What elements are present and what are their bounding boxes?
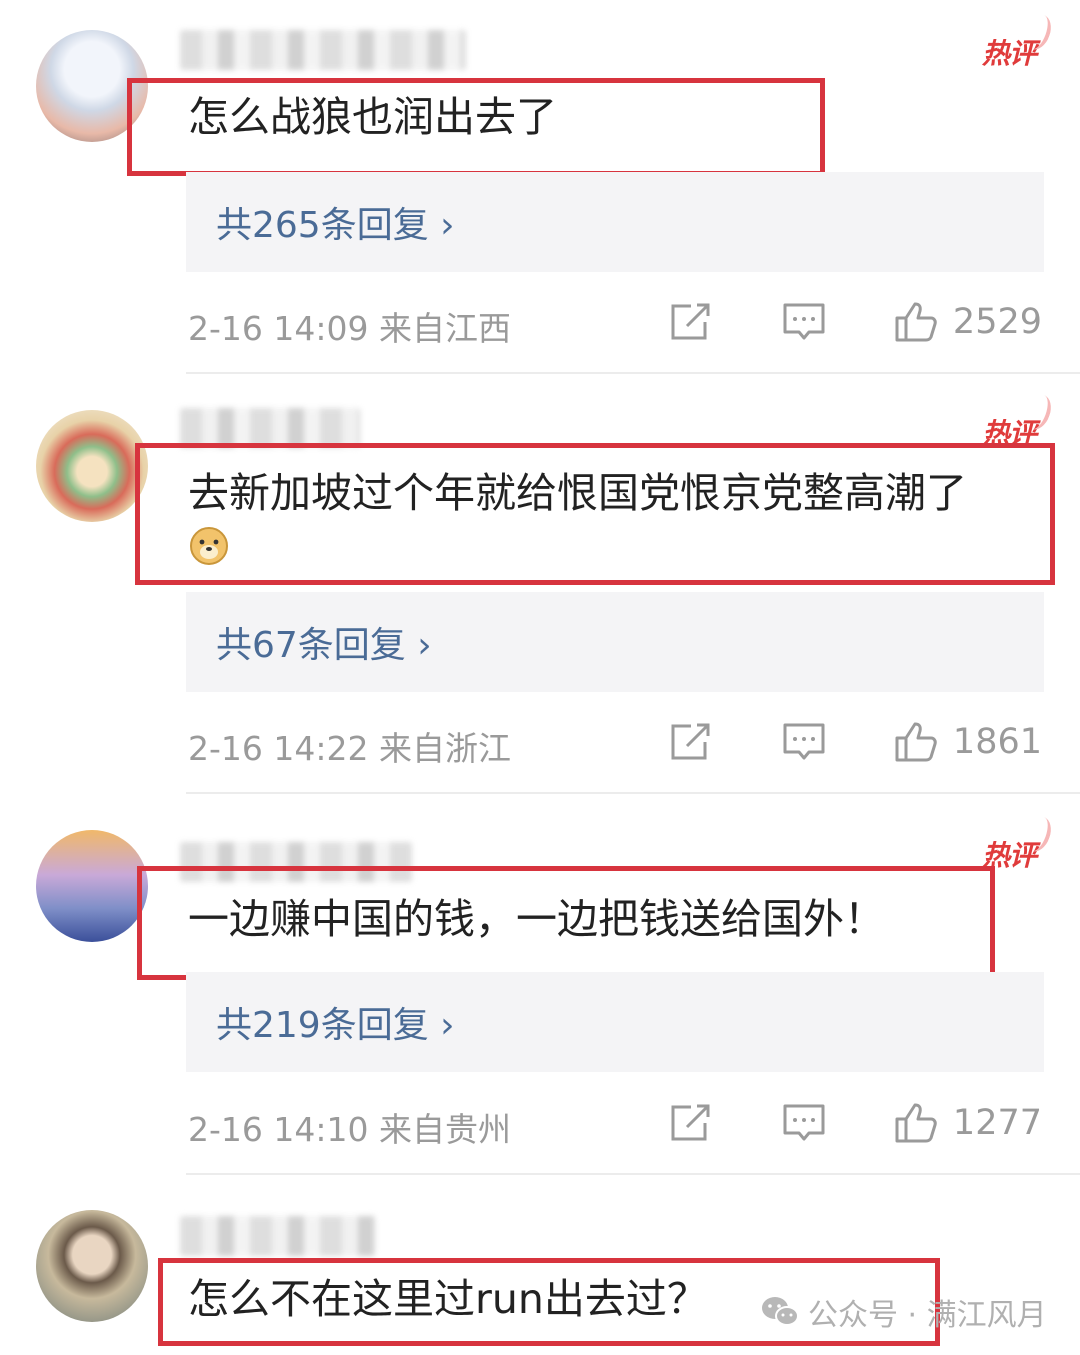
divider (186, 792, 1080, 794)
share-icon[interactable] (667, 720, 713, 764)
like-count: 2529 (952, 302, 1042, 342)
divider (186, 372, 1080, 374)
username-blurred[interactable] (180, 1216, 376, 1256)
username-blurred[interactable] (180, 30, 466, 70)
comment-text: 怎么不在这里过run出去过？ (188, 1275, 708, 1323)
comment-meta: 2-16 14:22 来自浙江 1861 (0, 720, 1080, 770)
comment-icon[interactable] (781, 300, 827, 344)
comment-icon[interactable] (781, 720, 827, 764)
divider (186, 1173, 1080, 1175)
time-location: 2-16 14:22 来自浙江 (188, 729, 511, 768)
share-icon[interactable] (667, 1101, 713, 1145)
like-count: 1861 (952, 722, 1042, 762)
avatar[interactable] (36, 410, 148, 522)
comment-text: 一边赚中国的钱，一边把钱送给国外！ (188, 895, 885, 943)
time-location: 2-16 14:09 来自江西 (188, 309, 511, 348)
watermark-text: 公众号 · 满江风月 (808, 1298, 1047, 1333)
reply-panel[interactable]: 共67条回复 › (186, 592, 1044, 692)
view-replies-link[interactable]: 共219条回复 › (216, 996, 455, 1048)
avatar[interactable] (36, 830, 148, 942)
reply-panel[interactable]: 共265条回复 › (186, 172, 1044, 272)
username-blurred[interactable] (180, 408, 360, 448)
avatar[interactable] (36, 1210, 148, 1322)
share-icon[interactable] (667, 300, 713, 344)
like-icon[interactable] (893, 300, 939, 344)
comment-text: 怎么战狼也润出去了 (188, 93, 557, 141)
time-location: 2-16 14:10 来自贵州 (188, 1110, 511, 1149)
doge-emoji-icon (190, 527, 228, 565)
like-icon[interactable] (893, 720, 939, 764)
hot-comment-badge: 热评 (982, 32, 1037, 72)
comment-text: 去新加坡过个年就给恨国党恨京党整高潮了 (188, 469, 967, 517)
view-replies-link[interactable]: 共265条回复 › (216, 196, 455, 248)
comment-meta: 2-16 14:10 来自贵州 1277 (0, 1101, 1080, 1151)
watermark: 公众号 · 满江风月 (760, 1290, 1047, 1334)
like-count: 1277 (952, 1103, 1042, 1143)
reply-panel[interactable]: 共219条回复 › (186, 972, 1044, 1072)
comment-meta: 2-16 14:09 来自江西 2529 (0, 300, 1080, 350)
like-icon[interactable] (893, 1101, 939, 1145)
wechat-icon (762, 1297, 799, 1326)
comment-icon[interactable] (781, 1101, 827, 1145)
view-replies-link[interactable]: 共67条回复 › (216, 616, 432, 668)
